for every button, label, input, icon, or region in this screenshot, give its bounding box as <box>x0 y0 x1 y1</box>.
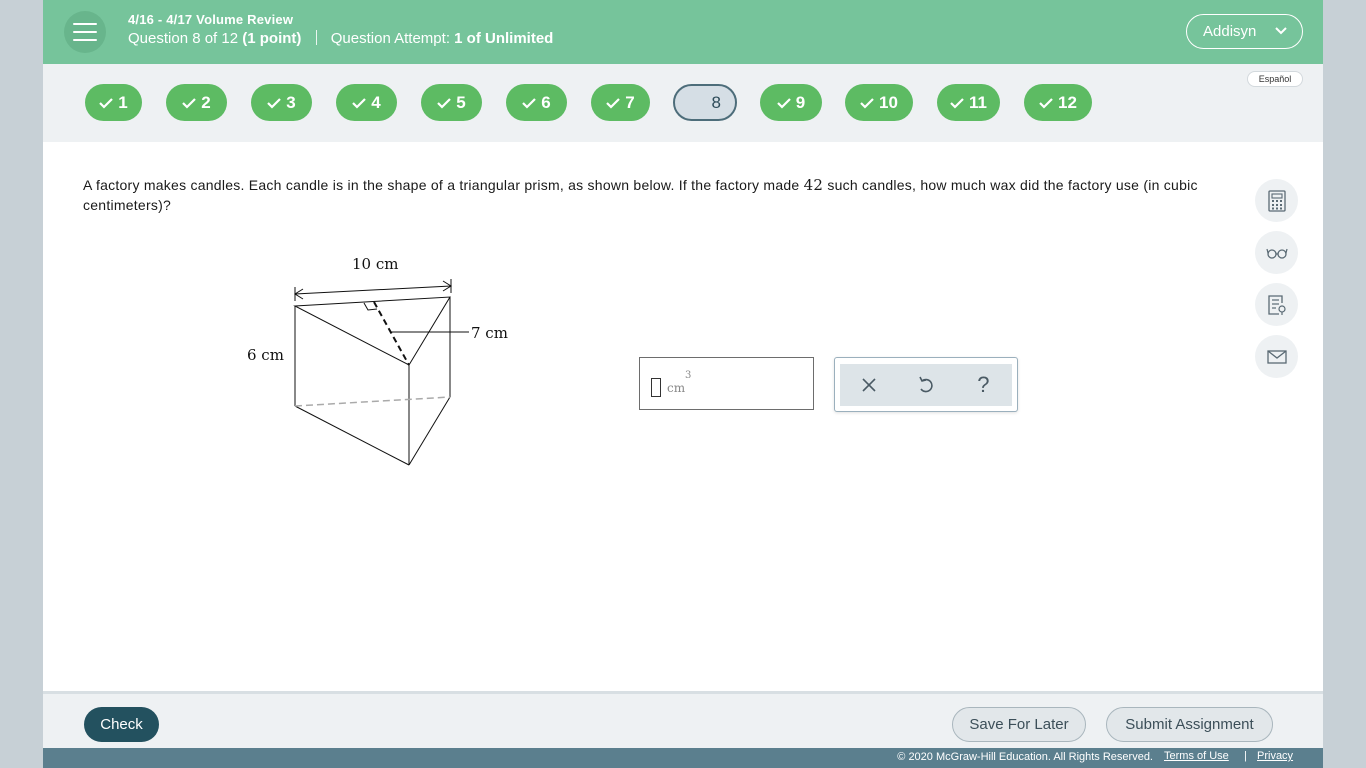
question-number: 9 <box>795 92 806 112</box>
checkmark-icon <box>950 97 964 109</box>
question-number: 8 <box>711 92 721 112</box>
user-name: Addisyn <box>1203 23 1257 40</box>
close-icon <box>862 378 876 392</box>
calculator-button[interactable] <box>1255 179 1298 222</box>
checkmark-icon <box>437 97 452 109</box>
check-button[interactable]: Check <box>84 707 159 742</box>
undo-icon <box>919 376 933 393</box>
message-button[interactable] <box>1255 335 1298 378</box>
checkmark-icon <box>267 97 282 109</box>
length-label: 10 cm <box>352 255 399 273</box>
reader-button[interactable] <box>1255 231 1298 274</box>
legal-bar: © 2020 McGraw-Hill Education. All Rights… <box>43 748 1323 768</box>
candle-count: 42 <box>803 176 824 194</box>
question-points: (1 point) <box>242 30 302 47</box>
calculator-icon <box>1267 189 1286 212</box>
attempt-label: Question Attempt: <box>330 30 450 47</box>
privacy-link[interactable]: Privacy <box>1257 750 1293 762</box>
question-info: Question 8 of 12 (1 point) Question Atte… <box>128 30 553 47</box>
checkmark-icon <box>352 97 367 109</box>
mail-icon <box>1266 349 1287 364</box>
question-button-10[interactable]: 10 <box>845 84 913 121</box>
question-button-3[interactable]: 3 <box>251 84 312 121</box>
save-for-later-button[interactable]: Save For Later <box>952 707 1086 742</box>
notes-button[interactable] <box>1255 283 1298 326</box>
divider <box>315 30 317 45</box>
menu-button[interactable] <box>64 11 106 53</box>
submit-assignment-button[interactable]: Submit Assignment <box>1106 707 1273 742</box>
base-label: 6 cm <box>247 346 284 364</box>
checkmark-icon <box>182 97 197 109</box>
legal-separator: | <box>1244 750 1247 762</box>
terms-link[interactable]: Terms of Use <box>1164 750 1229 762</box>
hamburger-icon <box>73 23 97 41</box>
question-number: 6 <box>541 92 551 112</box>
help-button[interactable]: ? <box>968 370 998 400</box>
user-menu-button[interactable]: Addisyn <box>1186 14 1303 49</box>
question-prompt: A factory makes candles. Each candle is … <box>83 175 1223 215</box>
copyright-text: © 2020 McGraw-Hill Education. All Rights… <box>897 751 1153 763</box>
height-label: 7 cm <box>471 324 508 342</box>
checkmark-icon <box>1039 97 1053 109</box>
question-navigator: 1 2 3 4 5 6 7 8 9 10 11 12 Español <box>43 64 1323 142</box>
prompt-text-start: A factory makes candles. Each candle is … <box>83 177 804 193</box>
checkmark-icon <box>860 97 874 109</box>
question-button-11[interactable]: 11 <box>937 84 1000 121</box>
question-button-2[interactable]: 2 <box>166 84 227 121</box>
glasses-icon <box>1265 248 1288 259</box>
question-number: 12 <box>1058 92 1077 112</box>
action-footer: Check Save For Later Submit Assignment <box>43 691 1323 748</box>
assignment-title: 4/16 - 4/17 Volume Review <box>128 12 294 27</box>
question-number: 3 <box>286 92 296 112</box>
attempt-value: 1 of Unlimited <box>454 30 554 47</box>
notes-icon <box>1267 294 1286 315</box>
undo-button[interactable] <box>911 370 941 400</box>
app-frame: 4/16 - 4/17 Volume Review Question 8 of … <box>43 0 1323 768</box>
question-button-8[interactable]: 8 <box>673 84 737 121</box>
question-number: 11 <box>969 92 987 112</box>
question-number: 7 <box>625 92 635 112</box>
checkmark-icon <box>606 97 621 109</box>
question-button-12[interactable]: 12 <box>1024 84 1092 121</box>
question-position: Question 8 of 12 <box>128 30 239 47</box>
question-number: 2 <box>201 92 211 112</box>
question-number: 5 <box>456 92 466 112</box>
question-button-5[interactable]: 5 <box>421 84 482 121</box>
question-button-9[interactable]: 9 <box>760 84 822 121</box>
input-cursor-box <box>651 378 661 397</box>
answer-toolbar: ? <box>834 357 1018 412</box>
language-toggle[interactable]: Español <box>1247 71 1303 87</box>
question-number: 4 <box>371 92 381 112</box>
question-number: 10 <box>879 92 898 112</box>
question-button-7[interactable]: 7 <box>591 84 650 121</box>
answer-toolbar-inner: ? <box>840 364 1012 406</box>
checkmark-icon <box>99 97 114 109</box>
answer-unit: cm <box>667 381 686 395</box>
question-button-1[interactable]: 1 <box>85 84 142 121</box>
question-button-6[interactable]: 6 <box>506 84 567 121</box>
question-number: 1 <box>118 92 128 112</box>
answer-input[interactable]: cm 3 <box>639 357 814 410</box>
answer-unit-exponent: 3 <box>685 370 692 381</box>
clear-button[interactable] <box>854 370 884 400</box>
triangular-prism-figure: 10 cm 7 cm 6 cm <box>233 245 523 475</box>
question-button-4[interactable]: 4 <box>336 84 397 121</box>
checkmark-icon <box>776 97 791 109</box>
chevron-down-icon <box>1275 27 1287 35</box>
checkmark-icon <box>522 97 537 109</box>
top-header: 4/16 - 4/17 Volume Review Question 8 of … <box>43 0 1323 64</box>
